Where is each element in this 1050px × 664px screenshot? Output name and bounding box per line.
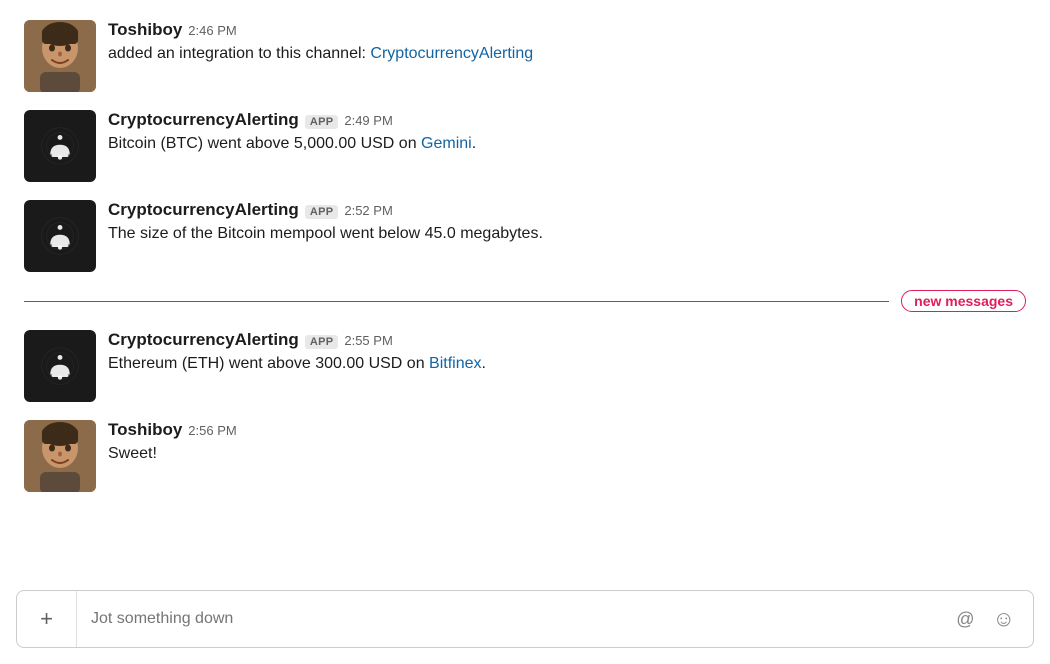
chat-container: Toshiboy 2:46 PM added an integration to… <box>0 0 1050 590</box>
message-body: Toshiboy 2:46 PM added an integration to… <box>108 20 1026 66</box>
avatar-bot <box>24 200 96 272</box>
message-row: CryptocurrencyAlerting APP 2:55 PM Ether… <box>24 330 1026 402</box>
message-text: The size of the Bitcoin mempool went bel… <box>108 222 1026 246</box>
input-icons: @ ☺ <box>952 602 1033 636</box>
message-link[interactable]: CryptocurrencyAlerting <box>370 45 533 62</box>
message-body: CryptocurrencyAlerting APP 2:55 PM Ether… <box>108 330 1026 376</box>
message-body: Toshiboy 2:56 PM Sweet! <box>108 420 1026 466</box>
timestamp: 2:46 PM <box>188 23 236 38</box>
message-text-plain: Sweet! <box>108 445 157 462</box>
message-row: Toshiboy 2:56 PM Sweet! <box>24 420 1026 492</box>
avatar <box>24 420 96 492</box>
add-attachment-button[interactable]: + <box>17 591 77 647</box>
message-text: Ethereum (ETH) went above 300.00 USD on … <box>108 352 1026 376</box>
new-messages-badge: new messages <box>901 290 1026 312</box>
message-header: Toshiboy 2:46 PM <box>108 20 1026 40</box>
emoji-icon: ☺ <box>993 606 1015 632</box>
message-header: CryptocurrencyAlerting APP 2:49 PM <box>108 110 1026 130</box>
message-text: Bitcoin (BTC) went above 5,000.00 USD on… <box>108 132 1026 156</box>
app-badge: APP <box>305 205 339 219</box>
message-header: CryptocurrencyAlerting APP 2:55 PM <box>108 330 1026 350</box>
message-text-plain: The size of the Bitcoin mempool went bel… <box>108 225 543 242</box>
timestamp: 2:55 PM <box>344 333 392 348</box>
message-text-suffix: . <box>482 355 486 372</box>
message-header: Toshiboy 2:56 PM <box>108 420 1026 440</box>
message-text: Sweet! <box>108 442 1026 466</box>
message-text-suffix: . <box>472 135 476 152</box>
avatar-bot <box>24 110 96 182</box>
timestamp: 2:49 PM <box>344 113 392 128</box>
app-badge: APP <box>305 335 339 349</box>
timestamp: 2:52 PM <box>344 203 392 218</box>
avatar <box>24 20 96 92</box>
sender-name: CryptocurrencyAlerting <box>108 330 299 350</box>
message-body: CryptocurrencyAlerting APP 2:52 PM The s… <box>108 200 1026 246</box>
app-badge: APP <box>305 115 339 129</box>
message-text-plain: Bitcoin (BTC) went above 5,000.00 USD on <box>108 135 421 152</box>
message-link[interactable]: Bitfinex <box>429 355 481 372</box>
mention-button[interactable]: @ <box>952 605 978 634</box>
sender-name: CryptocurrencyAlerting <box>108 110 299 130</box>
avatar-bot <box>24 330 96 402</box>
message-row: CryptocurrencyAlerting APP 2:49 PM Bitco… <box>24 110 1026 182</box>
message-row: CryptocurrencyAlerting APP 2:52 PM The s… <box>24 200 1026 272</box>
message-input[interactable] <box>77 591 952 647</box>
message-text: added an integration to this channel: Cr… <box>108 42 1026 66</box>
message-body: CryptocurrencyAlerting APP 2:49 PM Bitco… <box>108 110 1026 156</box>
sender-name: CryptocurrencyAlerting <box>108 200 299 220</box>
new-messages-divider: new messages <box>24 290 1026 312</box>
message-text-plain: added an integration to this channel: <box>108 45 370 62</box>
message-row: Toshiboy 2:46 PM added an integration to… <box>24 20 1026 92</box>
message-text-plain: Ethereum (ETH) went above 300.00 USD on <box>108 355 429 372</box>
timestamp: 2:56 PM <box>188 423 236 438</box>
message-input-area: + @ ☺ <box>16 590 1034 648</box>
sender-name: Toshiboy <box>108 420 182 440</box>
message-link[interactable]: Gemini <box>421 135 472 152</box>
plus-icon: + <box>40 606 53 632</box>
divider-line <box>24 301 889 302</box>
at-icon: @ <box>956 609 974 630</box>
message-header: CryptocurrencyAlerting APP 2:52 PM <box>108 200 1026 220</box>
emoji-button[interactable]: ☺ <box>989 602 1019 636</box>
sender-name: Toshiboy <box>108 20 182 40</box>
